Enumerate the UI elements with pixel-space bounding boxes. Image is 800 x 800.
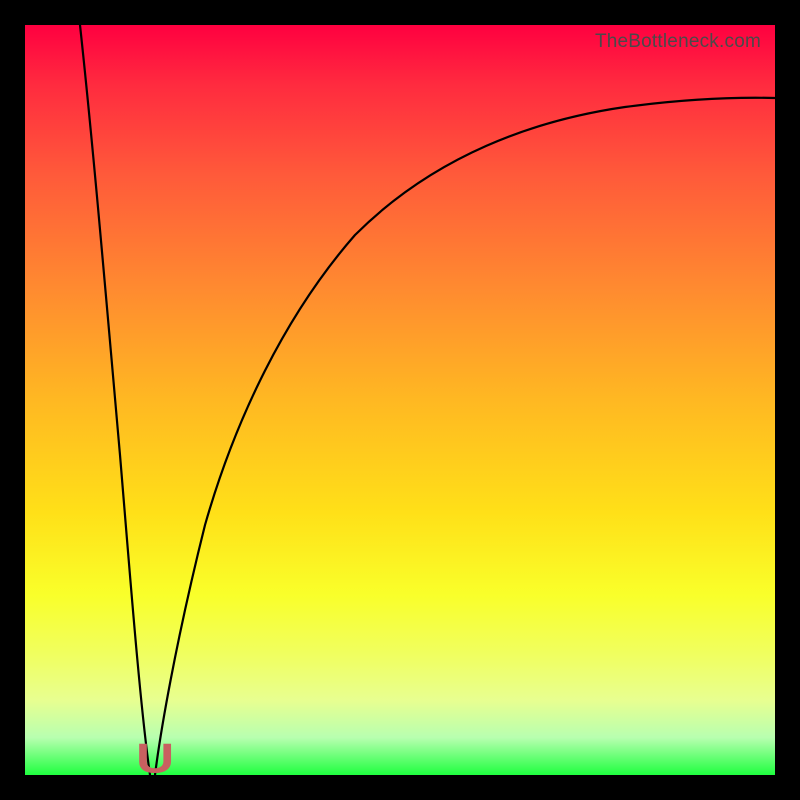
chart-plot-area: TheBottleneck.com U [25,25,775,775]
curve-left-branch [80,25,150,775]
chart-curve [25,25,775,775]
chart-frame: TheBottleneck.com U [0,0,800,800]
curve-right-branch [155,98,775,775]
